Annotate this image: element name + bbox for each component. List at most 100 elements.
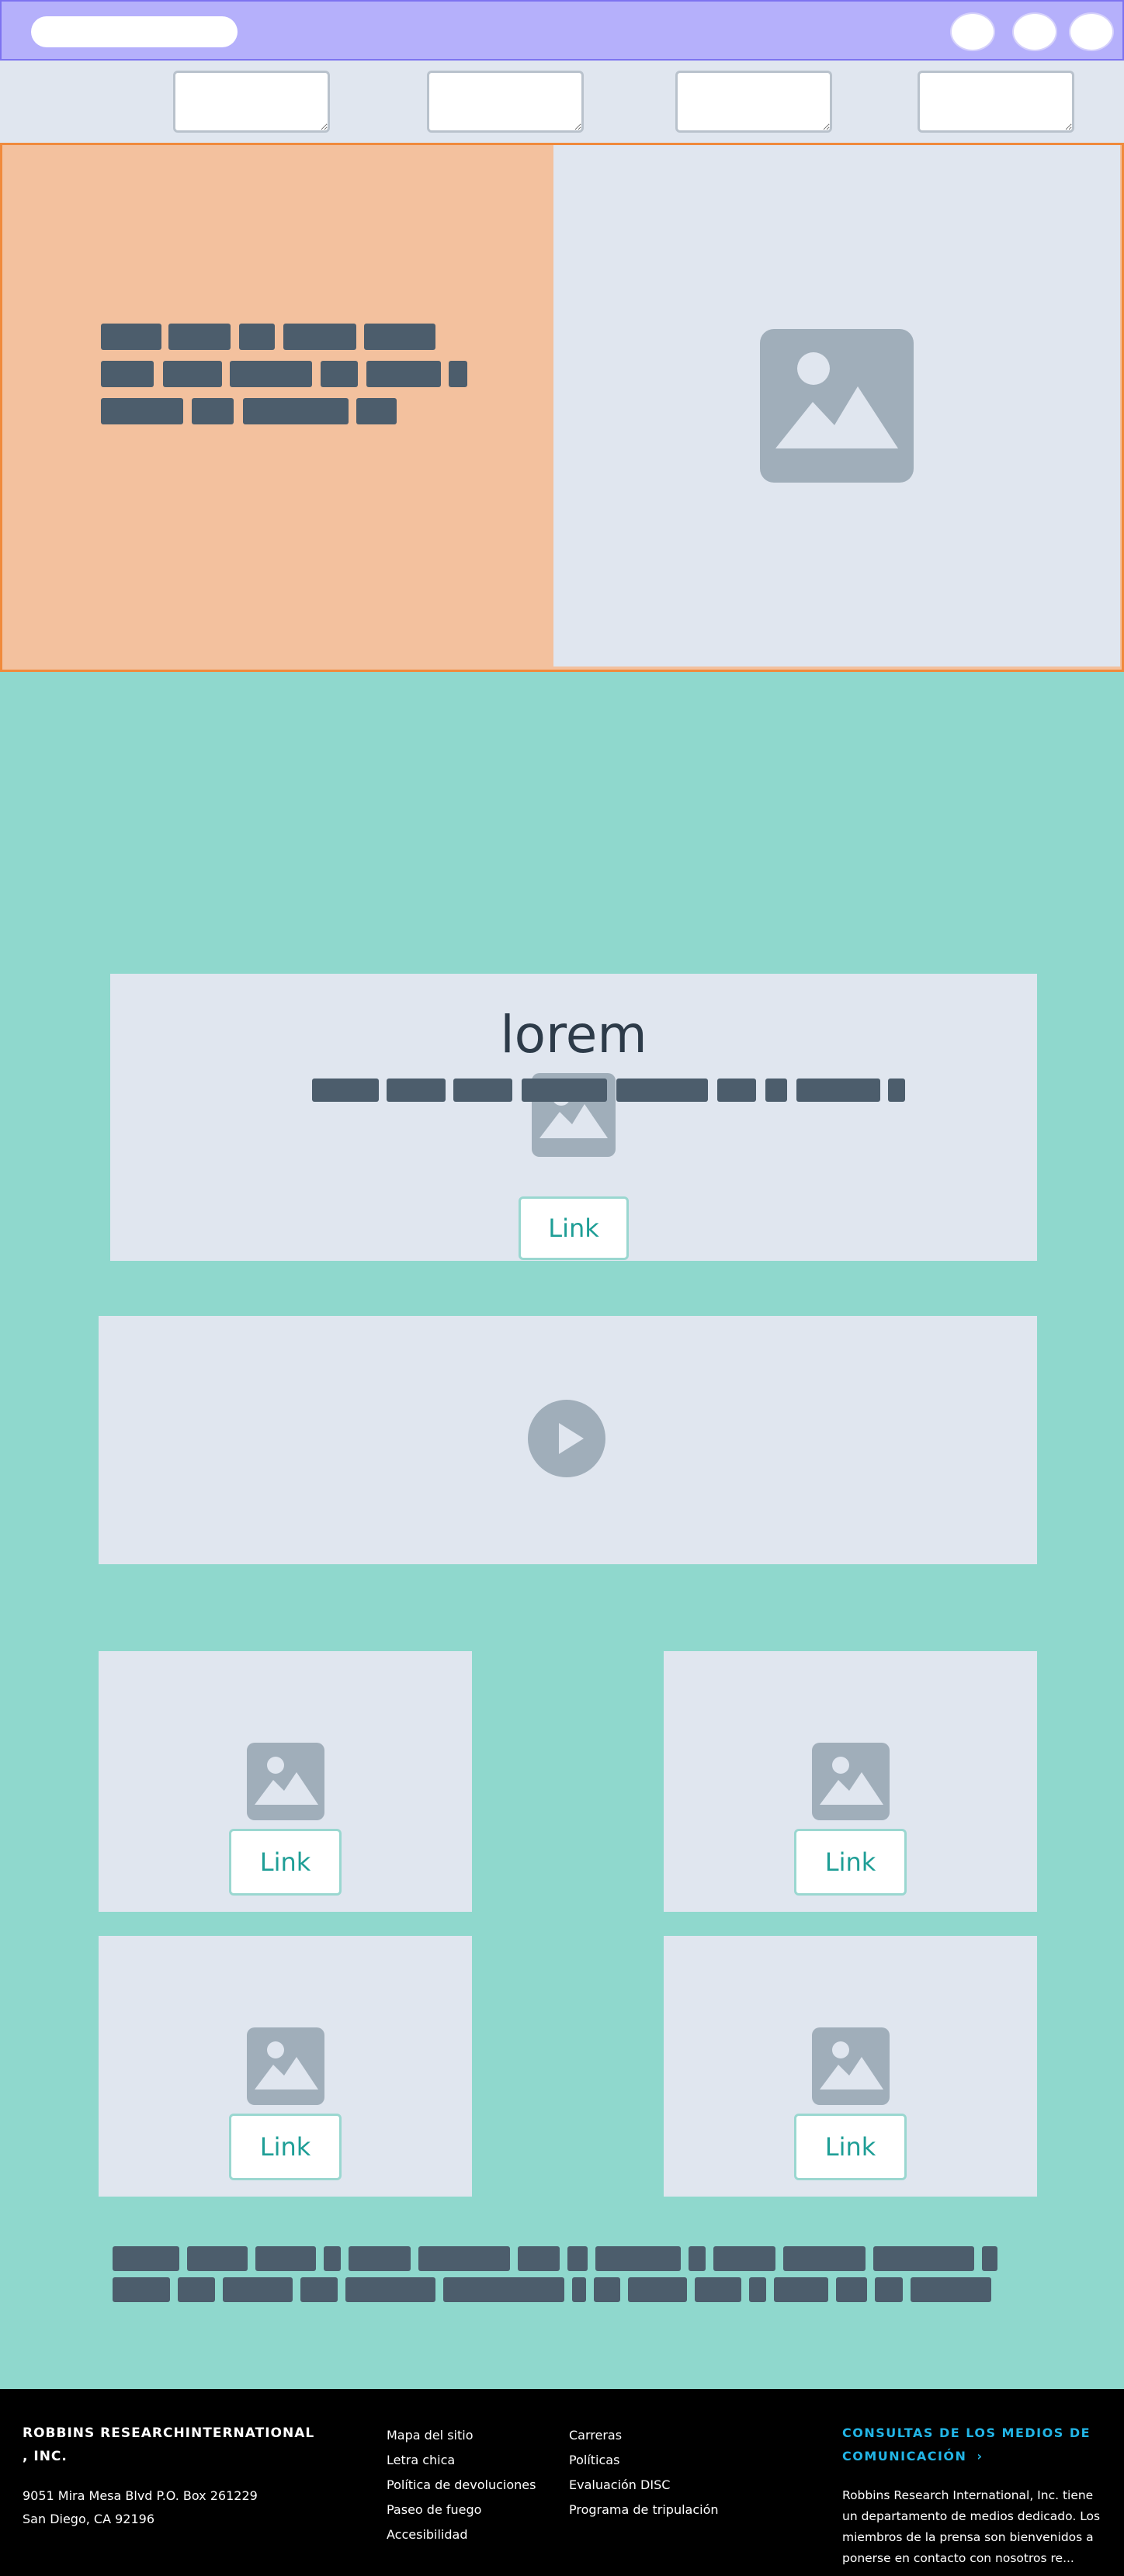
text-placeholder — [356, 398, 397, 424]
text-placeholder — [239, 324, 275, 350]
header-circle-button-3[interactable] — [1069, 12, 1114, 51]
text-placeholder — [387, 1079, 446, 1102]
text-placeholder — [312, 1079, 379, 1102]
text-placeholder — [283, 324, 356, 350]
feature-link-button[interactable]: Link — [519, 1196, 629, 1260]
text-placeholder — [163, 361, 222, 387]
text-placeholder — [187, 2246, 248, 2271]
text-placeholder — [101, 324, 161, 350]
text-placeholder — [765, 1079, 787, 1102]
card-link-button[interactable]: Link — [229, 1829, 342, 1896]
text-placeholder — [713, 2246, 775, 2271]
text-placeholder — [616, 1079, 708, 1102]
hero-image-panel — [553, 145, 1120, 667]
footer-link[interactable]: Programa de tripulación — [569, 2498, 719, 2522]
text-placeholder — [349, 2246, 411, 2271]
text-placeholder — [522, 1079, 607, 1102]
text-placeholder — [518, 2246, 560, 2271]
card-link-button[interactable]: Link — [794, 1829, 907, 1896]
company-line-1: ROBBINS RESEARCHINTERNATIONAL — [23, 2425, 315, 2441]
text-placeholder — [628, 2277, 687, 2302]
header-circle-button-2[interactable] — [1012, 12, 1057, 51]
image-placeholder-icon — [812, 2027, 890, 2105]
nav-field-1[interactable] — [173, 71, 330, 133]
media-heading-line-1: CONSULTAS DE LOS MEDIOS DE — [842, 2425, 1091, 2440]
text-placeholder — [888, 1079, 905, 1102]
chevron-right-icon: › — [977, 2449, 984, 2463]
text-placeholder — [101, 398, 183, 424]
text-placeholder — [230, 361, 312, 387]
text-placeholder — [178, 2277, 215, 2302]
text-placeholder — [418, 2246, 510, 2271]
text-placeholder — [595, 2246, 681, 2271]
feature-title: lorem — [500, 1005, 647, 1065]
text-placeholder — [345, 2277, 435, 2302]
sub-nav — [0, 61, 1124, 143]
nav-field-4[interactable] — [918, 71, 1074, 133]
text-placeholder — [796, 1079, 880, 1102]
footer-links-col-2: Carreras Políticas Evaluación DISC Progr… — [569, 2423, 719, 2522]
play-icon[interactable] — [528, 1400, 605, 1477]
footer: ROBBINS RESEARCHINTERNATIONAL , INC. 905… — [0, 2389, 1124, 2576]
card: Link — [664, 1936, 1037, 2197]
card-link-button[interactable]: Link — [794, 2114, 907, 2180]
text-placeholder — [836, 2277, 867, 2302]
video-panel — [99, 1316, 1037, 1564]
footer-link[interactable]: Paseo de fuego — [387, 2498, 536, 2522]
text-placeholder — [873, 2246, 974, 2271]
text-placeholder — [243, 398, 349, 424]
address-line-1: 9051 Mira Mesa Blvd P.O. Box 261229 — [23, 2488, 258, 2503]
text-placeholder — [366, 361, 441, 387]
hero-section — [0, 143, 1124, 672]
text-placeholder — [594, 2277, 620, 2302]
feature-panel: lorem Link — [110, 974, 1037, 1261]
text-placeholder — [911, 2277, 991, 2302]
text-placeholder — [443, 2277, 564, 2302]
text-placeholder — [717, 1079, 756, 1102]
text-placeholder — [453, 1079, 512, 1102]
footer-link[interactable]: Política de devoluciones — [387, 2473, 536, 2498]
media-inquiries-link[interactable]: CONSULTAS DE LOS MEDIOS DE COMUNICACIÓN … — [842, 2422, 1106, 2468]
text-placeholder — [875, 2277, 903, 2302]
text-placeholder — [168, 324, 231, 350]
footer-link[interactable]: Letra chica — [387, 2448, 536, 2473]
image-placeholder-icon — [247, 2027, 324, 2105]
media-heading-line-2: COMUNICACIÓN — [842, 2449, 967, 2463]
header-circle-button-1[interactable] — [950, 12, 995, 51]
text-placeholder — [449, 361, 467, 387]
card: Link — [664, 1651, 1037, 1912]
company-line-2: , INC. — [23, 2449, 68, 2464]
footer-link[interactable]: Accesibilidad — [387, 2522, 536, 2547]
logo-pill[interactable] — [31, 16, 238, 47]
text-placeholder — [749, 2277, 766, 2302]
text-placeholder — [364, 324, 435, 350]
card-link-button[interactable]: Link — [229, 2114, 342, 2180]
text-placeholder — [223, 2277, 293, 2302]
text-placeholder — [982, 2246, 997, 2271]
footer-link[interactable]: Políticas — [569, 2448, 719, 2473]
image-placeholder-icon — [812, 1743, 890, 1820]
top-header — [0, 0, 1124, 61]
image-placeholder-icon — [760, 329, 914, 483]
footer-link[interactable]: Mapa del sitio — [387, 2423, 536, 2448]
text-placeholder — [255, 2246, 316, 2271]
nav-field-3[interactable] — [675, 71, 832, 133]
text-placeholder — [774, 2277, 828, 2302]
text-placeholder — [101, 361, 154, 387]
footer-company-name: ROBBINS RESEARCHINTERNATIONAL , INC. — [23, 2422, 314, 2468]
media-text: Robbins Research International, Inc. tie… — [842, 2488, 1101, 2565]
card: Link — [99, 1651, 472, 1912]
footer-link[interactable]: Carreras — [569, 2423, 719, 2448]
text-placeholder — [113, 2277, 170, 2302]
text-placeholder — [192, 398, 234, 424]
text-placeholder — [689, 2246, 706, 2271]
text-placeholder — [321, 361, 358, 387]
address-line-2: San Diego, CA 92196 — [23, 2512, 155, 2526]
footer-address: 9051 Mira Mesa Blvd P.O. Box 261229 San … — [23, 2484, 258, 2531]
text-placeholder — [567, 2246, 588, 2271]
text-placeholder — [572, 2277, 586, 2302]
nav-field-2[interactable] — [427, 71, 584, 133]
footer-link[interactable]: Evaluación DISC — [569, 2473, 719, 2498]
text-placeholder — [783, 2246, 866, 2271]
text-placeholder — [324, 2246, 341, 2271]
